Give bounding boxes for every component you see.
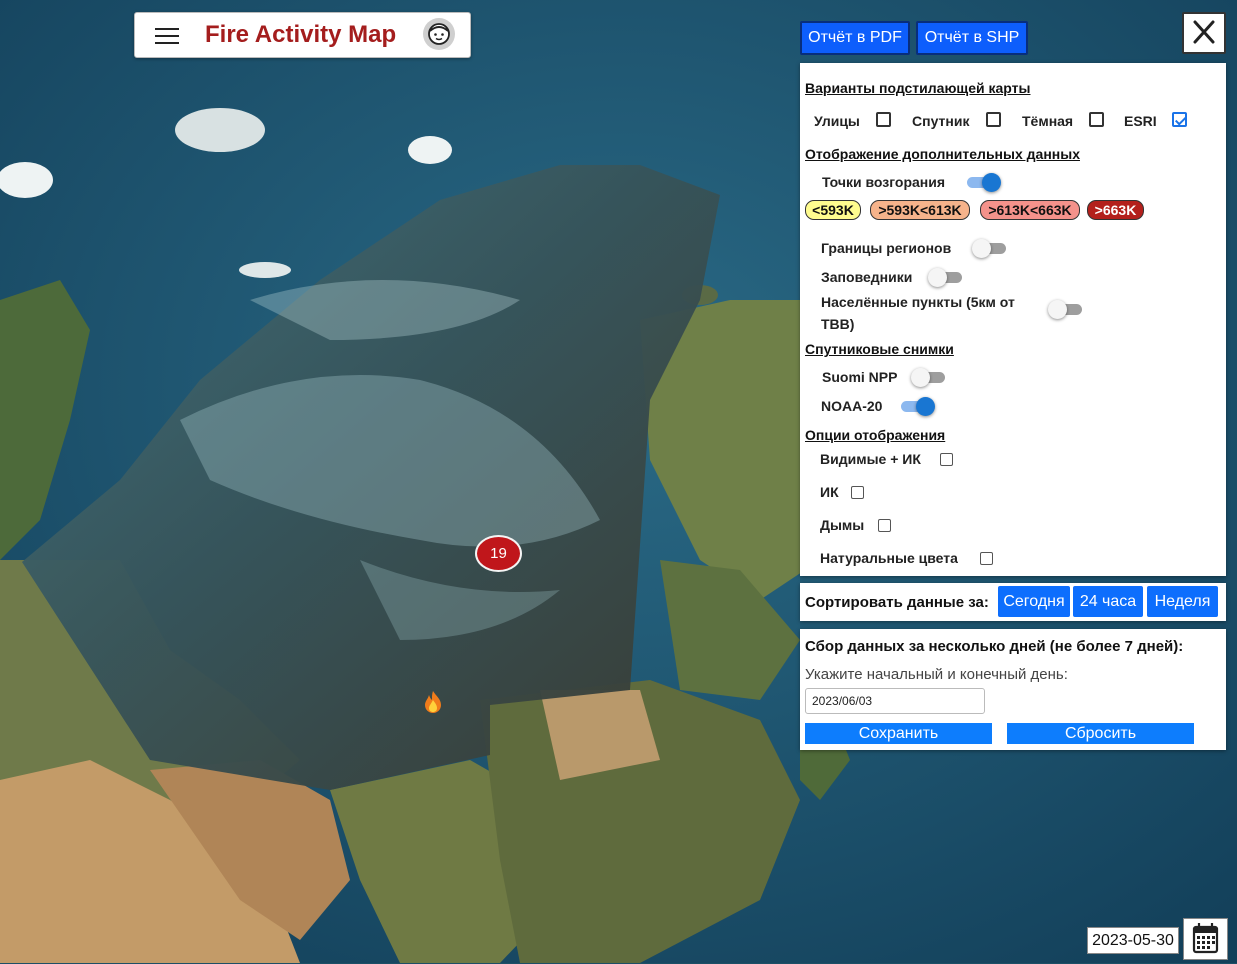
suomi-label: Suomi NPP xyxy=(822,369,898,385)
hotspots-label: Точки возгорания xyxy=(822,174,946,190)
basemap-esri-label: ESRI xyxy=(1124,113,1157,129)
user-avatar-icon[interactable] xyxy=(423,18,455,50)
fire-icon[interactable] xyxy=(422,690,444,714)
basemap-esri-checkbox[interactable] xyxy=(1172,112,1187,127)
satellites-section-title: Спутниковые снимки xyxy=(805,341,954,357)
regions-toggle[interactable] xyxy=(972,238,1008,258)
display-smoke-checkbox[interactable] xyxy=(878,519,891,532)
current-date-display: 2023-05-30 xyxy=(1087,927,1179,954)
report-shp-button[interactable]: Отчёт в SHP xyxy=(916,21,1028,55)
reserves-toggle[interactable] xyxy=(928,267,964,287)
basemap-streets-label: Улицы xyxy=(814,113,860,129)
display-section-title: Опции отображения xyxy=(805,427,946,443)
start-date-input[interactable]: 2023/06/03 xyxy=(805,688,985,714)
display-smoke-label: Дымы xyxy=(820,517,865,533)
noaa-toggle[interactable] xyxy=(899,396,935,416)
basemap-satellite-checkbox[interactable] xyxy=(986,112,1001,127)
report-pdf-button[interactable]: Отчёт в PDF xyxy=(800,21,910,55)
basemap-dark-checkbox[interactable] xyxy=(1089,112,1104,127)
basemap-streets-checkbox[interactable] xyxy=(876,112,891,127)
extra-section-title: Отображение дополнительных данных xyxy=(805,146,1080,162)
sort-24h-button[interactable]: 24 часа xyxy=(1073,586,1143,617)
close-panel-button[interactable] xyxy=(1182,12,1226,54)
calendar-button[interactable] xyxy=(1183,918,1228,960)
save-button[interactable]: Сохранить xyxy=(805,723,992,744)
basemap-satellite-label: Спутник xyxy=(912,113,970,129)
regions-label: Границы регионов xyxy=(821,240,952,256)
range-hint: Укажите начальный и конечный день: xyxy=(805,666,1068,683)
sort-today-button[interactable]: Сегодня xyxy=(998,586,1070,617)
temp-legend-badge: >593K<613K xyxy=(870,200,970,220)
sort-label: Сортировать данные за: xyxy=(805,594,989,611)
reset-button[interactable]: Сбросить xyxy=(1007,723,1194,744)
basemap-section-title: Варианты подстилающей карты xyxy=(805,80,1031,96)
menu-icon[interactable] xyxy=(155,28,179,44)
sort-week-button[interactable]: Неделя xyxy=(1147,586,1218,617)
app-header: Fire Activity Map xyxy=(134,12,471,58)
display-natural-label: Натуральные цвета xyxy=(820,550,958,566)
calendar-icon xyxy=(1192,923,1219,954)
range-title: Сбор данных за несколько дней (не более … xyxy=(805,638,1184,655)
basemap-dark-label: Тёмная xyxy=(1022,113,1074,129)
date-range-panel: Сбор данных за несколько дней (не более … xyxy=(800,629,1226,750)
sort-panel: Сортировать данные за: Сегодня 24 часа Н… xyxy=(800,583,1226,621)
hotspots-toggle[interactable] xyxy=(965,172,1001,192)
noaa-label: NOAA-20 xyxy=(821,398,883,414)
display-visible-ir-checkbox[interactable] xyxy=(940,453,953,466)
reserves-label: Заповедники xyxy=(821,269,913,285)
display-visible-ir-label: Видимые + ИК xyxy=(820,451,921,467)
temp-legend-badge: >613K<663K xyxy=(980,200,1080,220)
fire-cluster-marker[interactable]: 19 xyxy=(475,535,522,572)
temp-legend-badge: >663K xyxy=(1087,200,1144,220)
app-title: Fire Activity Map xyxy=(205,21,397,48)
display-ir-checkbox[interactable] xyxy=(851,486,864,499)
settlements-label: Населённые пункты (5км от ТВВ) xyxy=(821,294,1015,332)
suomi-toggle[interactable] xyxy=(911,367,947,387)
display-natural-checkbox[interactable] xyxy=(980,552,993,565)
display-ir-label: ИК xyxy=(820,484,839,500)
layers-panel: Варианты подстилающей карты Улицы Спутни… xyxy=(800,63,1226,576)
settlements-toggle[interactable] xyxy=(1048,299,1084,319)
temp-legend-badge: <593K xyxy=(805,200,861,220)
close-icon xyxy=(1193,20,1215,44)
